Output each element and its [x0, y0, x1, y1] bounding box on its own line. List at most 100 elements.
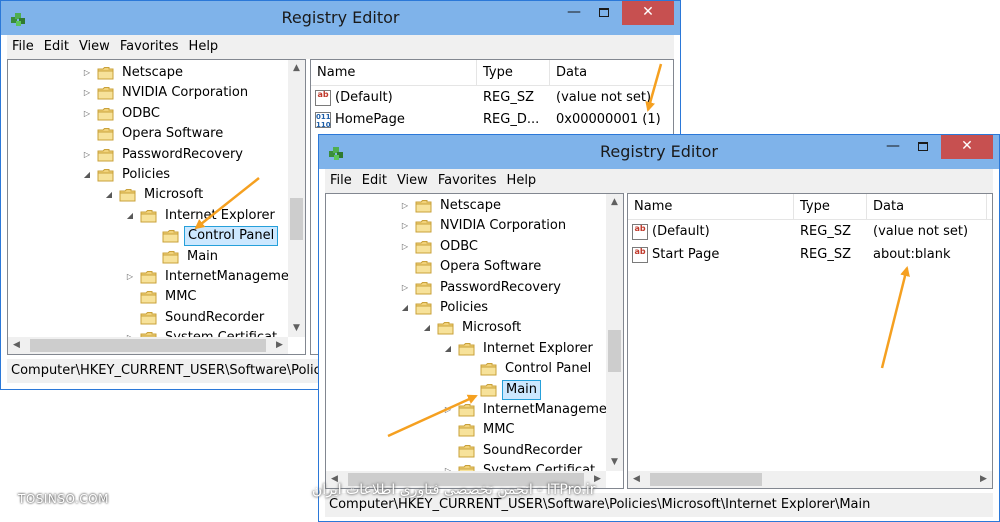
value-row[interactable]: ab Start Page REG_SZ about:blank [628, 244, 992, 266]
menu-help[interactable]: Help [184, 35, 224, 59]
menu-edit[interactable]: Edit [357, 169, 392, 193]
column-data-header[interactable]: Data [550, 60, 673, 86]
tree-node-label: Netscape [440, 198, 501, 213]
column-type-header[interactable]: Type [477, 60, 550, 86]
close-button[interactable]: ✕ [941, 135, 993, 159]
folder-icon [480, 362, 497, 376]
tree-node-label: ODBC [122, 105, 161, 121]
tree-node-label: PasswordRecovery [440, 279, 561, 295]
collapsed-arrow-icon[interactable]: ▷ [81, 104, 93, 124]
value-data: (value not set) [873, 224, 969, 239]
scroll-thumb[interactable] [290, 198, 303, 240]
scroll-up-icon[interactable]: ▲ [606, 194, 623, 211]
collapsed-arrow-icon[interactable]: ▷ [81, 145, 93, 165]
collapsed-arrow-icon[interactable]: ▷ [81, 63, 93, 83]
close-button[interactable]: ✕ [622, 1, 674, 25]
tree-node-label: Control Panel [505, 361, 592, 377]
tree-node-label: InternetManagemer [165, 269, 295, 284]
minimize-button[interactable]: — [560, 1, 588, 25]
tree-node-label: Policies [440, 300, 489, 315]
scroll-down-icon[interactable]: ▼ [606, 454, 623, 471]
tree-vertical-scrollbar[interactable]: ▲ ▼ [288, 60, 305, 337]
scroll-left-icon[interactable]: ◀ [628, 471, 645, 488]
tree-node-label: Microsoft [144, 187, 204, 203]
scroll-thumb[interactable] [608, 330, 621, 372]
title-bar[interactable]: Registry Editor — ✕ [319, 135, 999, 169]
tree-vertical-scrollbar[interactable]: ▲ ▼ [606, 194, 623, 471]
collapsed-arrow-icon[interactable]: ▷ [399, 216, 411, 236]
tree-node-label: Internet Explorer [483, 340, 593, 356]
collapsed-arrow-icon[interactable]: ▷ [399, 196, 411, 216]
menu-file[interactable]: File [7, 35, 39, 59]
tree-horizontal-scrollbar[interactable]: ◀ ▶ [8, 337, 288, 354]
value-name: HomePage [335, 112, 405, 127]
folder-icon [415, 199, 432, 213]
menu-view[interactable]: View [392, 169, 433, 193]
tree-node-label: MMC [483, 422, 515, 438]
expanded-arrow-icon[interactable]: ◢ [421, 318, 433, 338]
expanded-arrow-icon[interactable]: ◢ [103, 185, 115, 205]
key-tree[interactable]: ▷System CertificatSoundRecorderMMC▷Inter… [325, 193, 624, 489]
folder-icon [415, 281, 432, 295]
scroll-down-icon[interactable]: ▼ [288, 320, 305, 337]
collapsed-arrow-icon[interactable]: ▷ [442, 400, 454, 420]
collapsed-arrow-icon[interactable]: ▷ [81, 83, 93, 103]
menu-bar: File Edit View Favorites Help [325, 169, 993, 193]
scroll-right-icon[interactable]: ▶ [975, 471, 992, 488]
value-type: REG_SZ [800, 224, 851, 239]
tree-node-label: Policies [122, 167, 171, 182]
string-value-icon: ab [632, 247, 648, 263]
expanded-arrow-icon[interactable]: ◢ [81, 165, 93, 185]
tree-node-label: Opera Software [122, 126, 224, 142]
value-data: 0x00000001 (1) [556, 112, 661, 127]
scroll-thumb[interactable] [30, 339, 266, 352]
value-type: REG_SZ [800, 247, 851, 262]
tree-node-label: Control Panel [184, 226, 279, 247]
registry-editor-window-front[interactable]: Registry Editor — ✕ File Edit View Favorite… [318, 134, 1000, 522]
scroll-left-icon[interactable]: ◀ [8, 337, 25, 354]
tree-node-label: ODBC [440, 238, 479, 254]
folder-icon [97, 168, 114, 182]
tree-node-label: MMC [165, 289, 197, 305]
list-horizontal-scrollbar[interactable]: ◀ ▶ [628, 471, 992, 488]
menu-favorites[interactable]: Favorites [115, 35, 184, 59]
scroll-right-icon[interactable]: ▶ [271, 337, 288, 354]
maximize-button[interactable] [590, 1, 618, 25]
folder-icon [415, 240, 432, 254]
title-bar[interactable]: Registry Editor — ✕ [1, 1, 680, 35]
tree-node-label: Main [187, 248, 219, 264]
menu-file[interactable]: File [325, 169, 357, 193]
value-row[interactable]: ab (Default) REG_SZ (value not set) [628, 221, 992, 243]
menu-view[interactable]: View [74, 35, 115, 59]
column-type-header[interactable]: Type [794, 194, 867, 220]
folder-icon [437, 321, 454, 335]
tree-node-label: Internet Explorer [165, 207, 275, 223]
tree-node-label: NVIDIA Corporation [440, 218, 567, 234]
expanded-arrow-icon[interactable]: ◢ [399, 298, 411, 318]
values-list[interactable]: Name Type Data ab (Default) REG_SZ (valu… [627, 193, 993, 489]
collapsed-arrow-icon[interactable]: ▷ [399, 278, 411, 298]
column-name-header[interactable]: Name [311, 60, 477, 86]
folder-icon [140, 209, 157, 223]
folder-icon [97, 107, 114, 121]
column-data-header[interactable]: Data [867, 194, 987, 220]
column-name-header[interactable]: Name [628, 194, 794, 220]
expanded-arrow-icon[interactable]: ◢ [442, 339, 454, 359]
value-row[interactable]: ab (Default) REG_SZ (value not set) [311, 87, 673, 109]
key-tree[interactable]: ▷System CertificatSoundRecorderMMC▷Inter… [7, 59, 306, 355]
collapsed-arrow-icon[interactable]: ▷ [124, 267, 136, 287]
folder-icon [458, 423, 475, 437]
scroll-up-icon[interactable]: ▲ [288, 60, 305, 77]
collapsed-arrow-icon[interactable]: ▷ [399, 237, 411, 257]
menu-favorites[interactable]: Favorites [433, 169, 502, 193]
maximize-button[interactable] [909, 135, 937, 159]
minimize-button[interactable]: — [879, 135, 907, 159]
menu-help[interactable]: Help [502, 169, 542, 193]
expanded-arrow-icon[interactable]: ◢ [124, 206, 136, 226]
tree-node-label: InternetManagemer [483, 402, 613, 417]
folder-icon [480, 383, 497, 397]
menu-edit[interactable]: Edit [39, 35, 74, 59]
folder-icon [97, 66, 114, 80]
value-row[interactable]: 011 110 HomePage REG_D... 0x00000001 (1) [311, 109, 673, 131]
scroll-thumb[interactable] [650, 473, 762, 486]
